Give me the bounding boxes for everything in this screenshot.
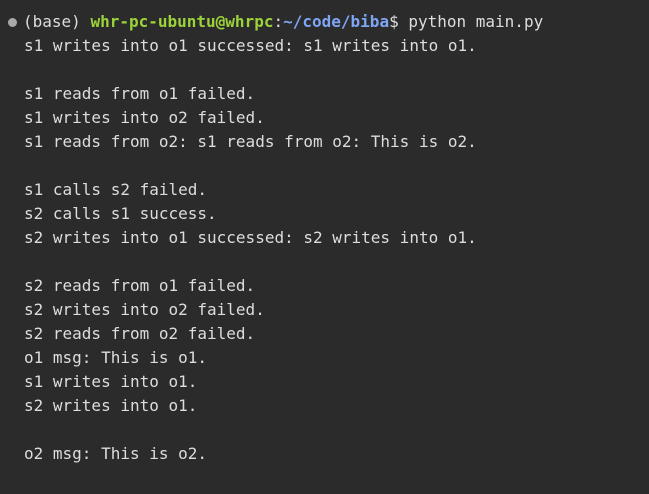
output-line: s2 writes into o2 failed. <box>24 300 265 319</box>
output-line: o2 msg: This is o2. <box>24 444 208 463</box>
conda-env: (base) <box>23 12 91 31</box>
prompt-separator: : <box>273 12 284 31</box>
output-line: s1 writes into o2 failed. <box>24 108 265 127</box>
prompt-symbol: $ <box>389 12 409 31</box>
command: python main.py <box>408 12 544 31</box>
terminal-window[interactable]: (base) whr-pc-ubuntu@whrpc : ~/code/biba… <box>0 0 649 494</box>
output-line: s2 reads from o1 failed. <box>24 276 256 295</box>
output-line: s1 calls s2 failed. <box>24 180 208 199</box>
current-directory: ~/code/biba <box>283 12 390 31</box>
output-line: s1 reads from o2: s1 reads from o2: This… <box>24 132 477 151</box>
output-line: s2 reads from o2 failed. <box>24 324 256 343</box>
output-line: s1 writes into o1. <box>24 372 198 391</box>
output-line: s2 calls s1 success. <box>24 204 217 223</box>
user-host: whr-pc-ubuntu@whrpc <box>90 12 274 31</box>
output-line: s1 writes into o1 successed: s1 writes i… <box>24 36 477 55</box>
prompt-line: (base) whr-pc-ubuntu@whrpc : ~/code/biba… <box>6 10 649 34</box>
output-line: s2 writes into o1 successed: s2 writes i… <box>24 228 477 247</box>
output-line: s2 writes into o1. <box>24 396 198 415</box>
output-line: s1 reads from o1 failed. <box>24 84 256 103</box>
output-line: o1 msg: This is o1. <box>24 348 208 367</box>
status-dot-icon <box>8 17 17 27</box>
